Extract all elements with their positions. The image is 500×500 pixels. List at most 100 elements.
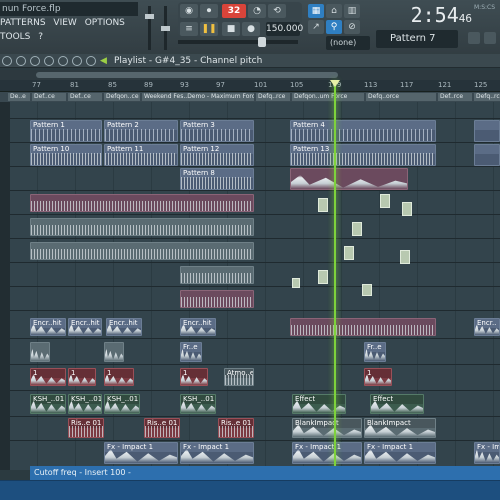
pattern-number-led[interactable]: 32 bbox=[222, 4, 246, 18]
audio-clip[interactable]: BlankImpact bbox=[364, 418, 436, 438]
audio-clip[interactable]: KSH_..01 bbox=[68, 394, 102, 414]
marker[interactable]: Defqon..ce bbox=[104, 93, 140, 101]
scrollbar-thumb[interactable] bbox=[36, 72, 338, 78]
audio-clip[interactable]: KSH_..01 bbox=[104, 394, 140, 414]
master-volume-slider[interactable] bbox=[145, 6, 154, 50]
stop-icon[interactable]: ■ bbox=[222, 22, 240, 36]
audio-clip[interactable]: Fx - Impact 1 bbox=[180, 442, 254, 464]
audio-clip[interactable]: Fr..e bbox=[364, 342, 386, 362]
audio-clip[interactable]: 1 bbox=[180, 368, 208, 386]
main-pitch-knob[interactable] bbox=[258, 37, 266, 47]
typing-keyboard-icon[interactable]: ▦ bbox=[308, 4, 324, 18]
audio-clip[interactable]: Ris..e 01 bbox=[68, 418, 104, 438]
note-block[interactable] bbox=[380, 194, 390, 208]
note-block[interactable] bbox=[344, 246, 354, 260]
note-block[interactable] bbox=[352, 222, 362, 236]
note-block[interactable] bbox=[318, 270, 328, 284]
pattern-song-toggle[interactable]: ≡ bbox=[180, 22, 198, 36]
menu-help[interactable]: ? bbox=[38, 32, 43, 42]
wait-icon[interactable]: ◔ bbox=[248, 4, 266, 18]
marker[interactable]: Defq..orce bbox=[366, 93, 436, 101]
metronome-icon[interactable]: ⌂ bbox=[326, 4, 342, 18]
audio-clip[interactable]: Ris..e 01 bbox=[144, 418, 180, 438]
marker[interactable]: Def..ce bbox=[32, 93, 66, 101]
pattern-selector[interactable]: Pattern 7 bbox=[376, 30, 458, 48]
marker[interactable]: De..e bbox=[8, 93, 30, 101]
automation-track[interactable] bbox=[0, 480, 500, 500]
audio-clip[interactable]: Ris..e 01 bbox=[218, 418, 254, 438]
step-edit-icon[interactable]: ▥ bbox=[344, 4, 360, 18]
audio-clip[interactable]: Effect bbox=[292, 394, 346, 414]
track-headers[interactable] bbox=[0, 102, 10, 470]
erase-icon[interactable] bbox=[44, 56, 54, 66]
audio-clip[interactable]: 1 bbox=[104, 368, 134, 386]
blend-icon[interactable]: ⊘ bbox=[344, 20, 360, 34]
pattern-clip[interactable]: Pattern 10 bbox=[30, 144, 102, 166]
snap-magnet-icon[interactable]: ⚲ bbox=[326, 20, 342, 34]
pattern-clip[interactable]: Pattern 4 bbox=[290, 120, 436, 142]
marker[interactable]: Defq..rce bbox=[256, 93, 290, 101]
audio-clip[interactable]: KSH_..01 bbox=[180, 394, 216, 414]
audio-clip[interactable] bbox=[290, 318, 436, 336]
pattern-clip[interactable]: Pattern 3 bbox=[180, 120, 254, 142]
audio-clip[interactable] bbox=[290, 168, 408, 190]
audio-clip[interactable]: Encr..hit bbox=[180, 318, 216, 336]
loop-icon[interactable]: ⟲ bbox=[268, 4, 286, 18]
note-block[interactable] bbox=[292, 278, 300, 288]
pattern-clip[interactable] bbox=[474, 120, 500, 142]
note-block[interactable] bbox=[402, 202, 412, 216]
audio-clip[interactable]: Encr..hit bbox=[30, 318, 66, 336]
audio-clip[interactable] bbox=[30, 218, 254, 236]
audio-clip[interactable]: KSH_..01 bbox=[30, 394, 66, 414]
audio-clip[interactable]: 1 bbox=[30, 368, 66, 386]
playlist-grid[interactable]: Pattern 1 Pattern 2 Pattern 3 Pattern 4 … bbox=[0, 102, 500, 470]
marker[interactable]: Weekend Fes..Demo - Maximum Force bbox=[142, 93, 254, 101]
pattern-clip[interactable]: Pattern 1 bbox=[30, 120, 102, 142]
audio-clip[interactable]: Fx - Impact 1 bbox=[292, 442, 362, 464]
menu-tools[interactable]: TOOLS bbox=[0, 32, 30, 42]
audio-clip[interactable]: Fx - Im bbox=[474, 442, 500, 464]
audio-clip[interactable]: Encr.. bbox=[474, 318, 500, 336]
pattern-clip[interactable]: Pattern 8 bbox=[180, 168, 254, 190]
playhead-marker-icon[interactable] bbox=[330, 80, 340, 87]
audio-clip[interactable] bbox=[30, 242, 254, 260]
pattern-clip[interactable]: Pattern 2 bbox=[104, 120, 178, 142]
snap-select[interactable]: (none) bbox=[326, 36, 370, 50]
audio-clip[interactable]: Effect bbox=[370, 394, 424, 414]
select-icon[interactable] bbox=[86, 56, 96, 66]
automation-clip[interactable]: Cutoff freq - Insert 100 - bbox=[30, 466, 500, 480]
pattern-clip[interactable] bbox=[474, 144, 500, 166]
playlist-menu-icon[interactable] bbox=[2, 56, 12, 66]
mixer-icon[interactable] bbox=[468, 32, 480, 44]
timeline-ruler[interactable]: 77 81 85 89 93 97 101 105 109 113 117 12… bbox=[0, 80, 500, 92]
audio-clip[interactable]: Fx - Impact 1 bbox=[364, 442, 436, 464]
mute-tool-icon[interactable] bbox=[58, 56, 68, 66]
browser-icon[interactable] bbox=[484, 32, 496, 44]
zoom-icon[interactable] bbox=[16, 56, 26, 66]
menu-options[interactable]: OPTIONS bbox=[85, 18, 125, 28]
song-mode-icon[interactable]: ⏺ bbox=[200, 4, 218, 18]
tempo-display[interactable]: 150.000 bbox=[266, 22, 303, 36]
pattern-clip[interactable]: Pattern 13 bbox=[290, 144, 436, 166]
audio-clip[interactable]: Encr..hit bbox=[106, 318, 142, 336]
note-block[interactable] bbox=[400, 250, 410, 264]
audio-clip[interactable] bbox=[30, 194, 254, 212]
audio-clip[interactable]: BlankImpact bbox=[292, 418, 362, 438]
note-block[interactable] bbox=[362, 284, 372, 296]
marker[interactable]: Defq..rce bbox=[474, 93, 500, 101]
note-block[interactable] bbox=[318, 198, 328, 212]
pattern-clip[interactable]: Pattern 12 bbox=[180, 144, 254, 166]
record-icon[interactable]: ● bbox=[242, 22, 260, 36]
menu-patterns[interactable]: PATTERNS bbox=[0, 18, 46, 28]
audio-clip[interactable] bbox=[180, 266, 254, 284]
audio-clip[interactable] bbox=[104, 342, 124, 362]
marker[interactable]: Def..rce bbox=[438, 93, 472, 101]
countdown-icon[interactable]: ↗ bbox=[308, 20, 324, 34]
pause-icon[interactable]: ❚❚ bbox=[200, 22, 218, 36]
audio-clip[interactable] bbox=[180, 290, 254, 308]
audio-clip[interactable]: Fx - Impact 1 bbox=[104, 442, 178, 464]
playhead[interactable] bbox=[334, 80, 336, 470]
paint-icon[interactable] bbox=[30, 56, 40, 66]
audio-clip[interactable]: Fr..e bbox=[180, 342, 202, 362]
audio-clip[interactable] bbox=[30, 342, 50, 362]
